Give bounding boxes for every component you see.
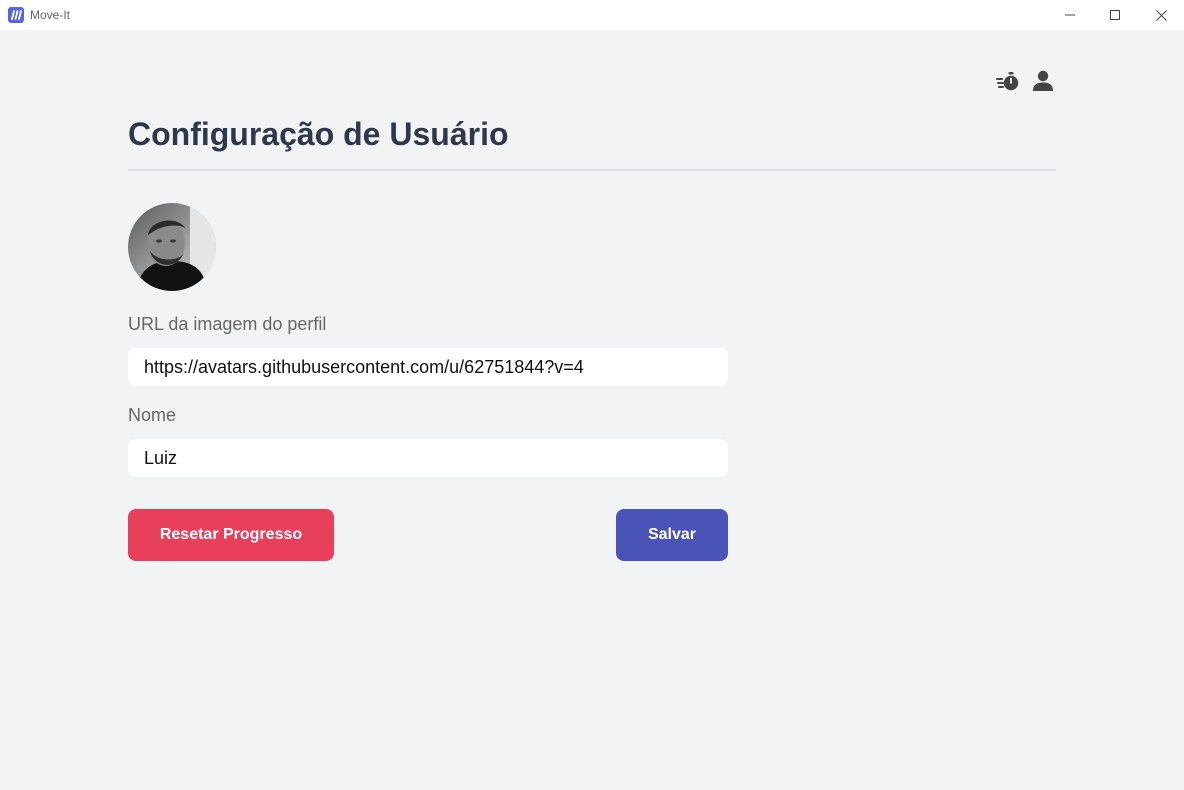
avatar <box>128 203 216 291</box>
maximize-icon <box>1110 10 1120 20</box>
save-button[interactable]: Salvar <box>616 509 728 561</box>
profile-photo-image <box>128 203 216 291</box>
url-input[interactable] <box>128 348 728 386</box>
name-input[interactable] <box>128 439 728 477</box>
close-icon <box>1155 9 1167 21</box>
reset-progress-button[interactable]: Resetar Progresso <box>128 509 334 561</box>
close-button[interactable] <box>1138 0 1184 30</box>
page-title: Configuração de Usuário <box>128 116 509 152</box>
window-titlebar: Move-It <box>0 0 1184 30</box>
user-icon[interactable] <box>1032 70 1054 92</box>
minimize-button[interactable] <box>1047 0 1093 30</box>
header-actions <box>996 70 1056 94</box>
name-field-label: Nome <box>128 405 177 425</box>
stopwatch-icon[interactable] <box>996 72 1020 92</box>
app-logo-icon <box>8 7 24 23</box>
minimize-icon <box>1065 14 1075 16</box>
window-title: Move-It <box>30 8 71 22</box>
title-divider <box>128 169 1056 171</box>
maximize-button[interactable] <box>1092 0 1138 30</box>
url-field-label: URL da imagem do perfil <box>128 314 327 334</box>
